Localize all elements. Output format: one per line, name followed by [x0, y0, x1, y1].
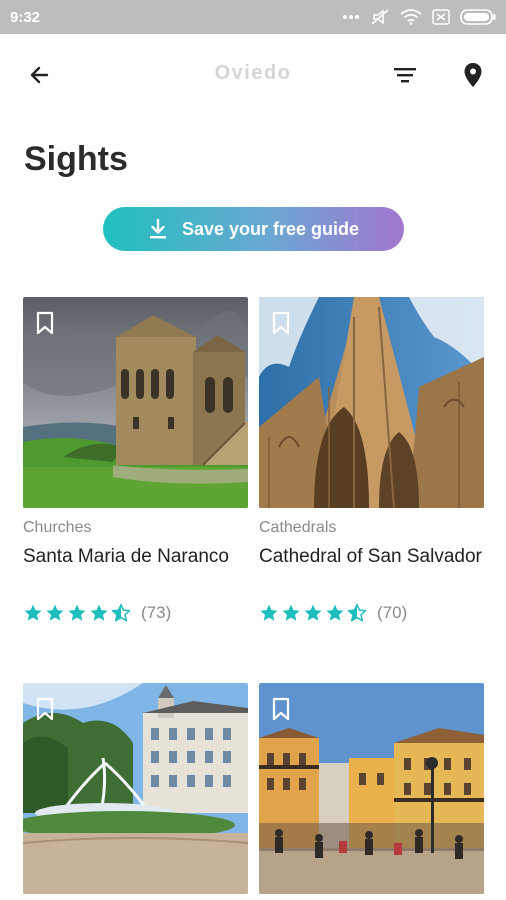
page-title: Sights	[24, 140, 128, 178]
status-bar: 9:32	[0, 0, 506, 34]
review-count: (70)	[377, 603, 408, 622]
bookmark-icon[interactable]	[271, 311, 291, 335]
rating: (70)	[259, 603, 407, 623]
sight-category: Churches	[23, 519, 92, 536]
sight-name[interactable]: Santa Maria de Naranco	[23, 543, 248, 571]
star-full-icon	[282, 604, 300, 621]
sight-photo[interactable]	[259, 297, 484, 508]
status-icons	[342, 8, 496, 26]
wifi-icon	[400, 9, 422, 25]
more-dots-icon	[342, 14, 360, 20]
filter-button[interactable]	[388, 58, 422, 92]
status-time: 9:32	[10, 9, 41, 26]
bookmark-icon[interactable]	[35, 697, 55, 721]
download-icon	[149, 218, 166, 239]
rating: (73)	[23, 603, 171, 623]
star-full-icon	[46, 604, 64, 621]
sight-name[interactable]: Cathedral of San Salvador	[259, 543, 484, 571]
app-bar: Oviedo	[0, 34, 506, 114]
review-count: (73)	[141, 603, 172, 622]
sim-icon	[432, 9, 450, 25]
mute-icon	[370, 8, 390, 26]
star-full-icon	[90, 604, 108, 621]
sight-photo[interactable]	[23, 297, 248, 508]
filter-icon	[394, 68, 416, 83]
location-pin-icon	[464, 63, 482, 87]
save-guide-button[interactable]: Save your free guide	[103, 207, 404, 251]
star-full-icon	[304, 604, 322, 621]
bookmark-icon[interactable]	[271, 697, 291, 721]
star-half-icon	[111, 603, 131, 622]
star-half-icon	[347, 603, 367, 622]
header-title: Oviedo	[214, 62, 292, 84]
save-guide-label: Save your free guide	[181, 218, 360, 239]
star-full-icon	[260, 604, 278, 621]
bookmark-icon[interactable]	[35, 311, 55, 335]
map-button[interactable]	[456, 58, 490, 92]
sight-photo[interactable]	[259, 683, 484, 894]
star-full-icon	[24, 604, 42, 621]
star-full-icon	[326, 604, 344, 621]
battery-icon	[460, 9, 496, 25]
sight-photo[interactable]	[23, 683, 248, 894]
star-full-icon	[68, 604, 86, 621]
sight-category: Cathedrals	[259, 519, 337, 536]
